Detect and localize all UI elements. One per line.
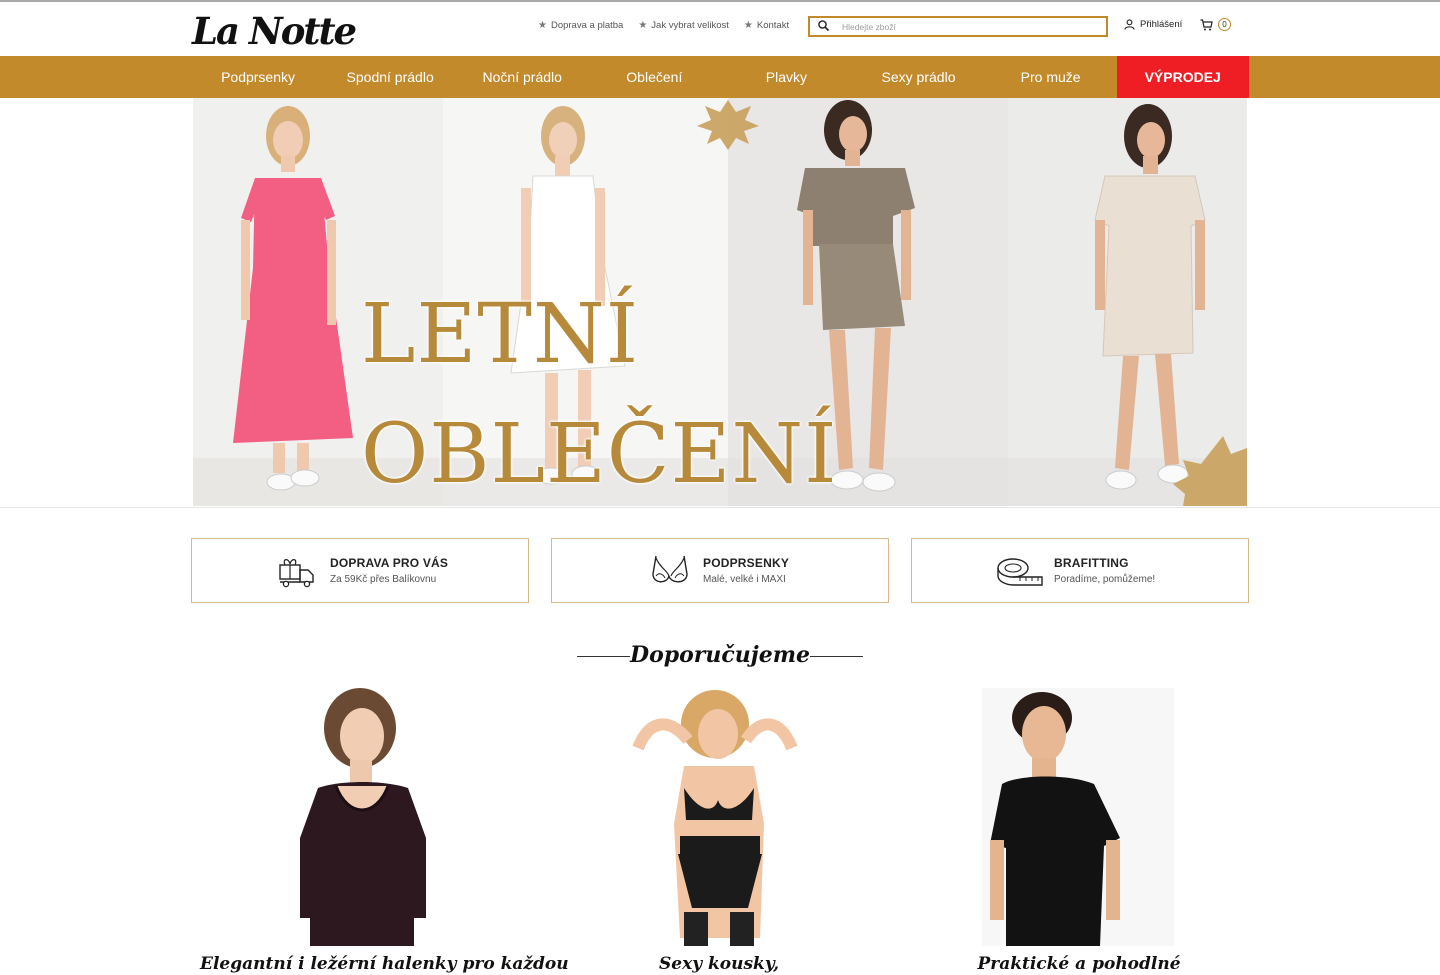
hero-title-line-1: LETNÍ — [361, 287, 640, 382]
info-box-title: PODPRSENKY — [703, 556, 790, 570]
header-link-label: Kontakt — [756, 20, 790, 31]
star-icon: ★ — [638, 20, 648, 31]
login-link[interactable]: Přihlášení — [1124, 19, 1182, 30]
product-image-blouse — [200, 688, 518, 946]
hero-banner[interactable]: LETNÍ OBLEČENÍ — [193, 98, 1247, 506]
header-link-contact[interactable]: ★ Kontakt — [744, 20, 789, 31]
site-header: La Notte ★ Doprava a platba ★ Jak vybrat… — [0, 2, 1440, 56]
star-icon: ★ — [743, 20, 753, 31]
divider — [0, 507, 1440, 508]
nav-item-clothing[interactable]: Oblečení — [588, 56, 720, 98]
info-box-delivery[interactable]: DOPRAVA PRO VÁS Za 59Kč přes Balíkovnu — [191, 538, 529, 603]
header-link-label: Doprava a platba — [550, 20, 624, 31]
nav-item-swimwear[interactable]: Plavky — [720, 56, 852, 98]
info-box-subtitle: Poradíme, pomůžeme! — [1054, 574, 1156, 585]
section-title: Doporučujeme — [629, 642, 811, 668]
header-link-label: Jak vybrat velikost — [651, 20, 729, 31]
nav-item-for-men[interactable]: Pro muže — [985, 56, 1117, 98]
hero-title-line-2: OBLEČENÍ — [361, 407, 838, 502]
nav-item-bras[interactable]: Podprsenky — [192, 56, 324, 98]
product-image-mens-tshirt — [920, 688, 1238, 946]
nav-item-nightwear[interactable]: Noční prádlo — [456, 56, 588, 98]
site-logo[interactable]: La Notte — [192, 7, 357, 55]
section-rule-right — [810, 656, 863, 657]
nav-item-sale[interactable]: VÝPRODEJ — [1116, 56, 1249, 98]
delivery-truck-icon — [279, 559, 314, 588]
star-icon: ★ — [538, 20, 547, 31]
product-card-sexy[interactable]: Sexy kousky, — [560, 688, 878, 975]
login-label: Přihlášení — [1140, 19, 1183, 30]
main-nav: Podprsenky Spodní prádlo Noční prádlo Ob… — [0, 56, 1440, 98]
header-link-shipping[interactable]: ★ Doprava a platba — [538, 20, 623, 31]
nav-item-underwear[interactable]: Spodní prádlo — [324, 56, 456, 98]
search-icon[interactable] — [817, 19, 831, 33]
cart-count-badge: 0 — [1218, 18, 1231, 31]
info-box-subtitle: Malé, velké i MAXI — [703, 574, 786, 585]
product-caption: Elegantní i ležérní halenky pro každou — [200, 954, 569, 974]
product-card-men[interactable]: Praktické a pohodlné — [920, 688, 1238, 975]
info-box-bras[interactable]: PODPRSENKY Malé, velké i MAXI — [551, 538, 889, 603]
info-box-title: BRAFITTING — [1054, 556, 1129, 570]
product-card-blouses[interactable]: Elegantní i ležérní halenky pro každou — [200, 688, 569, 975]
info-box-title: DOPRAVA PRO VÁS — [330, 556, 449, 570]
measuring-tape-icon — [997, 558, 1043, 586]
cart-icon — [1200, 18, 1213, 30]
info-box-subtitle: Za 59Kč přes Balíkovnu — [330, 574, 437, 585]
product-image-lingerie — [560, 688, 878, 946]
search-input[interactable] — [842, 19, 1100, 34]
info-box-brafitting[interactable]: BRAFITTING Poradíme, pomůžeme! — [911, 538, 1249, 603]
bra-icon — [652, 555, 688, 583]
search-box — [808, 16, 1108, 37]
product-caption: Praktické a pohodlné — [977, 954, 1181, 974]
product-caption: Sexy kousky, — [658, 954, 780, 974]
cart-button[interactable]: 0 — [1200, 18, 1231, 31]
user-icon — [1124, 19, 1135, 30]
header-link-size-guide[interactable]: ★ Jak vybrat velikost — [638, 20, 729, 31]
nav-item-sexy-lingerie[interactable]: Sexy prádlo — [852, 56, 984, 98]
header-links: ★ Doprava a platba ★ Jak vybrat velikost… — [538, 20, 789, 31]
